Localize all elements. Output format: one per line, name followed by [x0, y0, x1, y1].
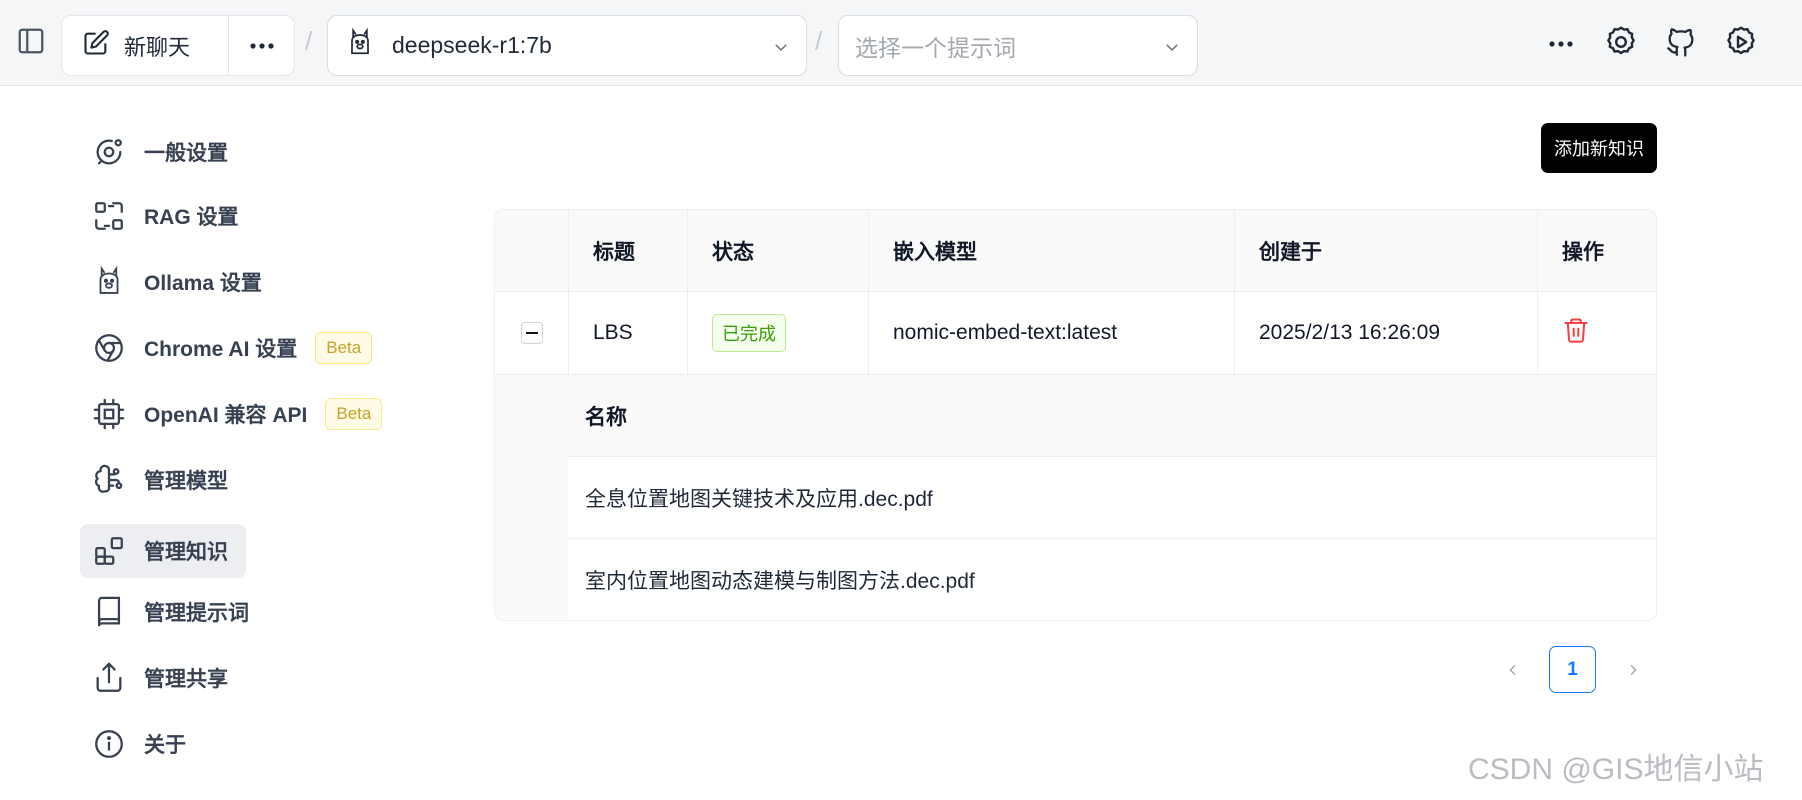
general-settings-icon [92, 135, 126, 169]
row-status-cell: 已完成 [688, 292, 869, 374]
row-created-at: 2025/2/13 16:26:09 [1235, 292, 1538, 374]
more-dots-icon [249, 42, 274, 49]
sidebar-item-rag[interactable]: RAG 设置 [80, 191, 239, 241]
sidebar-item-general[interactable]: 一般设置 [80, 127, 228, 177]
sidebar-item-label: 关于 [144, 734, 186, 757]
blocks-icon [92, 534, 126, 568]
edit-icon [82, 29, 110, 62]
sidebar-toggle-icon[interactable] [14, 24, 48, 58]
status-badge: 已完成 [712, 314, 786, 352]
beta-badge: Beta [315, 332, 373, 364]
sidebar-item-label: 管理共享 [144, 668, 228, 691]
chrome-icon [92, 331, 126, 365]
ollama-llama-icon [92, 265, 126, 299]
table-row: LBS 已完成 nomic-embed-text:latest 2025/2/1… [495, 292, 1656, 375]
table-header-actions: 操作 [1562, 240, 1604, 264]
table-header-created-at: 创建于 [1235, 210, 1538, 291]
sidebar-item-manage-prompts[interactable]: 管理提示词 [80, 587, 249, 637]
pagination-page-button[interactable]: 1 [1549, 646, 1596, 693]
rag-icon [92, 199, 126, 233]
table-header-embedding-model: 嵌入模型 [869, 210, 1235, 291]
github-icon [1664, 25, 1698, 64]
row-expand-cell [495, 292, 569, 374]
app-settings-button[interactable] [1721, 24, 1761, 64]
settings-gear-button[interactable] [1601, 24, 1641, 64]
more-dots-icon [1549, 41, 1573, 47]
sidebar-item-label: Ollama 设置 [144, 272, 262, 295]
row-title: LBS [569, 292, 688, 374]
collapse-row-button[interactable] [520, 322, 543, 344]
chevron-down-icon [1163, 38, 1181, 61]
chevron-down-icon [772, 38, 790, 61]
table-header-status: 状态 [688, 210, 869, 291]
pagination-prev-button[interactable] [1495, 646, 1531, 693]
github-button[interactable] [1661, 24, 1701, 64]
sidebar-item-manage-models[interactable]: 管理模型 [80, 455, 228, 505]
prompt-select[interactable]: 选择一个提示词 [838, 15, 1198, 76]
beta-badge: Beta [325, 398, 383, 430]
new-chat-button[interactable]: 新聊天 [62, 16, 229, 75]
sidebar-item-chrome-ai[interactable]: Chrome AI 设置 Beta [80, 323, 373, 373]
sidebar-item-openai-api[interactable]: OpenAI 兼容 API Beta [80, 389, 383, 439]
top-bar: 新聊天 / deepseek-r1:7b / 选择一个提示词 [0, 0, 1802, 86]
new-chat-group: 新聊天 [61, 15, 295, 76]
ollama-llama-icon [346, 27, 374, 64]
list-item: 室内位置地图动态建模与制图方法.dec.pdf [568, 539, 1656, 620]
sidebar-item-label: Chrome AI 设置 [144, 338, 298, 361]
brain-icon [92, 463, 126, 497]
row-actions [1538, 292, 1656, 374]
add-knowledge-button[interactable]: 添加新知识 [1541, 123, 1657, 173]
table-header-row: 标题 状态 嵌入模型 创建于 操作 [495, 210, 1656, 292]
breadcrumb-separator: / [305, 26, 313, 56]
table-header-title: 标题 [569, 210, 688, 291]
sidebar-item-label: 管理知识 [144, 541, 228, 564]
sidebar-item-label: 管理模型 [144, 470, 228, 493]
chevron-left-icon [1509, 664, 1516, 675]
new-chat-more-button[interactable] [229, 16, 294, 75]
table-header-expand [495, 210, 569, 291]
sidebar-item-manage-share[interactable]: 管理共享 [80, 653, 228, 703]
sidebar-item-label: 管理提示词 [144, 602, 249, 625]
model-select-value: deepseek-r1:7b [392, 32, 552, 58]
breadcrumb-separator: / [815, 26, 823, 56]
watermark-text: CSDN @GIS地信小站 [1468, 753, 1764, 786]
sources-header-name: 名称 [568, 375, 1656, 457]
share-icon [92, 661, 126, 695]
new-chat-label: 新聊天 [124, 34, 191, 60]
cog-play-icon [1723, 24, 1759, 65]
chevron-right-icon [1630, 664, 1637, 675]
model-select[interactable]: deepseek-r1:7b [327, 15, 807, 76]
cpu-chip-icon [92, 397, 126, 431]
sidebar-item-label: OpenAI 兼容 API [144, 404, 308, 427]
sidebar-item-label: 一般设置 [144, 142, 228, 165]
knowledge-table: 标题 状态 嵌入模型 创建于 操作 LBS 已完成 nomic-embed-te… [494, 209, 1657, 621]
info-icon [92, 727, 126, 761]
sidebar-item-label: RAG 设置 [144, 206, 239, 229]
gear-icon [1603, 24, 1639, 65]
pagination-next-button[interactable] [1615, 646, 1651, 693]
sidebar-item-about[interactable]: 关于 [80, 719, 186, 769]
row-embedding-model: nomic-embed-text:latest [869, 292, 1235, 374]
prompt-select-placeholder: 选择一个提示词 [855, 34, 1016, 61]
delete-trash-icon[interactable] [1562, 315, 1590, 351]
expanded-row-content: 名称 全息位置地图关键技术及应用.dec.pdf 室内位置地图动态建模与制图方法… [495, 375, 1656, 620]
book-icon [92, 595, 126, 629]
sidebar-item-manage-knowledge[interactable]: 管理知识 [80, 524, 246, 578]
sidebar-item-ollama[interactable]: Ollama 设置 [80, 257, 262, 307]
more-options-button[interactable] [1544, 24, 1578, 64]
list-item: 全息位置地图关键技术及应用.dec.pdf [568, 457, 1656, 539]
